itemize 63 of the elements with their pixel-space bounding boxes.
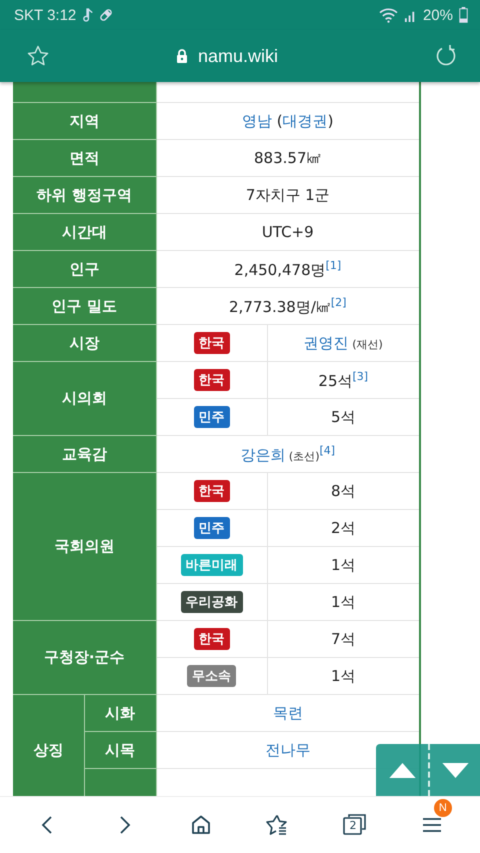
reload-icon[interactable] xyxy=(434,44,458,68)
footnote-link[interactable]: [3] xyxy=(352,370,368,382)
row-header: 시목 xyxy=(84,732,156,768)
cell-text: 2석 xyxy=(330,518,356,536)
cell-text: 1석 xyxy=(330,592,356,610)
cell-text: 7자치구 1군 xyxy=(246,186,330,204)
wiki-link[interactable]: 영남 xyxy=(242,112,272,130)
notification-badge: N xyxy=(434,799,452,817)
wiki-link[interactable]: 전나무 xyxy=(265,740,310,758)
battery-icon xyxy=(459,7,468,23)
wiki-link[interactable]: 목련 xyxy=(272,704,303,722)
party-badge[interactable]: 우리공화 xyxy=(180,591,242,613)
row-header: 교육감 xyxy=(13,436,156,472)
wiki-link[interactable]: 권영진 xyxy=(304,334,349,352)
cell-text: 1석 xyxy=(330,556,356,574)
party-badge[interactable]: 한국 xyxy=(194,369,230,391)
triangle-up-icon xyxy=(388,762,416,778)
wifi-icon xyxy=(378,8,398,22)
row-header: 시화 xyxy=(84,694,156,732)
party-badge[interactable]: 한국 xyxy=(194,480,230,502)
party-badge[interactable]: 민주 xyxy=(194,517,230,539)
row-header: 지역 xyxy=(13,102,156,140)
star-icon[interactable] xyxy=(26,44,50,68)
row-header: 시의회 xyxy=(13,362,156,436)
row-header: 하위 행정구역 xyxy=(13,176,156,214)
cell-note: (초선) xyxy=(288,450,320,462)
battery-percent: 20% xyxy=(422,6,453,24)
cell-note: (재선) xyxy=(351,338,383,350)
music-note-icon xyxy=(82,8,94,22)
party-badge[interactable]: 한국 xyxy=(194,628,230,650)
row-header: 시간대 xyxy=(13,214,156,250)
row-header: 국회의원 xyxy=(13,472,156,620)
wiki-link[interactable]: 대경권 xyxy=(282,112,328,130)
cell-text: 8석 xyxy=(330,482,356,500)
cell-text: 1석 xyxy=(330,666,356,684)
cell-text: ) xyxy=(328,112,334,130)
pill-icon xyxy=(99,8,114,22)
cell-text: ( xyxy=(276,112,283,130)
carrier-time: SKT 3:12 xyxy=(14,6,76,24)
cell-text: 25석 xyxy=(318,372,352,390)
cell-text: UTC+9 xyxy=(262,223,314,241)
cell-text: 883.57㎢ xyxy=(254,148,322,166)
row-header: 시장 xyxy=(13,324,156,362)
footnote-link[interactable]: [1] xyxy=(326,258,342,272)
party-badge[interactable]: 무소속 xyxy=(187,665,236,687)
footnote-link[interactable]: [4] xyxy=(320,444,336,456)
cell-text: 2,450,478명 xyxy=(234,260,326,278)
bookmarks-icon[interactable] xyxy=(265,813,290,837)
footnote-link[interactable]: [2] xyxy=(330,296,346,308)
cell-text: 5석 xyxy=(330,408,356,426)
triangle-down-icon xyxy=(442,762,468,778)
row-header: 상징 xyxy=(13,694,84,796)
row-header: 구청장·군수 xyxy=(13,620,156,694)
url-text[interactable]: namu.wiki xyxy=(198,46,278,66)
row-header: 인구 밀도 xyxy=(13,288,156,324)
row-header: 면적 xyxy=(13,140,156,176)
party-badge[interactable]: 한국 xyxy=(194,332,230,354)
cell-text: 2,773.38명/㎢ xyxy=(229,298,331,316)
wiki-link[interactable]: 강은희 xyxy=(240,446,286,464)
lock-icon xyxy=(176,49,188,63)
cell-text: 7석 xyxy=(330,630,356,648)
row-header: 인구 xyxy=(13,250,156,288)
party-badge[interactable]: 민주 xyxy=(194,406,230,428)
